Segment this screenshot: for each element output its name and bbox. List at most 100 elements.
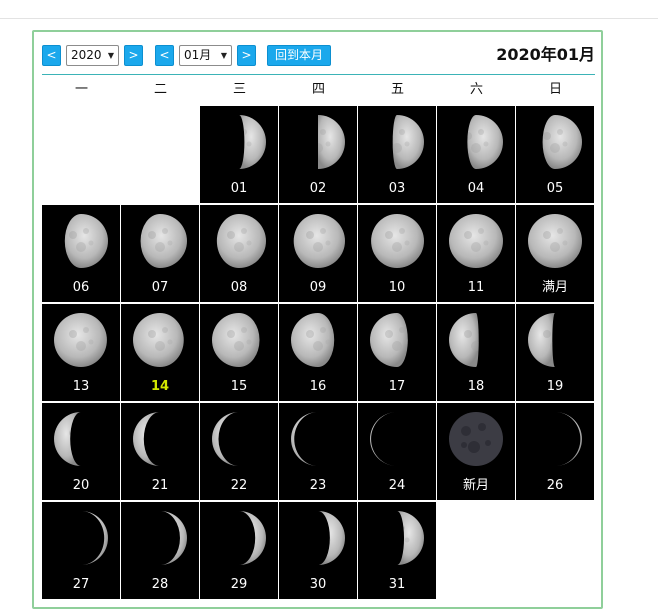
moon-crater — [467, 132, 472, 140]
moon-crater — [227, 429, 235, 437]
moon-crater — [155, 242, 165, 252]
moon-phase-icon — [397, 511, 424, 565]
moon-crater — [563, 340, 568, 345]
moon-crater — [471, 242, 481, 252]
day-cell[interactable]: 08 — [200, 205, 278, 302]
current-month-button[interactable]: 回到本月 — [267, 45, 331, 66]
day-cell[interactable]: 02 — [279, 106, 357, 203]
moon-crater — [392, 341, 402, 351]
day-cell[interactable]: 10 — [358, 205, 436, 302]
weekday-label: 六 — [469, 82, 483, 97]
day-cell[interactable]: 21 — [121, 403, 199, 500]
day-label: 19 — [546, 379, 564, 394]
day-cell[interactable]: 14 — [121, 304, 199, 401]
month-select[interactable]: 01月 ▼ — [179, 45, 232, 66]
moon-calendar: < 2020 ▼ > < 01月 ▼ > 回到本月 2020年01月 一 二 三 四 五… — [32, 30, 603, 609]
weekday-label: 三 — [232, 82, 246, 97]
day-cell[interactable]: 20 — [42, 403, 120, 500]
moon-phase-icon — [528, 313, 568, 367]
day-label: 02 — [309, 181, 327, 196]
moon-crater — [557, 426, 563, 432]
moon-phase-icon — [239, 511, 266, 565]
moon-crater — [76, 242, 86, 252]
moon-crater — [148, 231, 156, 239]
moon-phase-icon — [239, 115, 266, 169]
moon-crater — [325, 537, 331, 543]
day-cell[interactable]: 30 — [279, 502, 357, 599]
moon-crater — [241, 327, 247, 333]
year-select[interactable]: 2020 ▼ — [66, 45, 119, 66]
next-month-button[interactable]: > — [237, 45, 256, 66]
moon-crater — [320, 426, 326, 432]
moon-crater — [89, 439, 94, 444]
day-cell[interactable]: 06 — [42, 205, 120, 302]
day-cell[interactable]: 满月 — [516, 205, 594, 302]
day-cell[interactable]: 05 — [516, 106, 594, 203]
moon-crater — [562, 141, 568, 147]
day-label: 26 — [546, 478, 564, 493]
day-cell[interactable]: 16 — [279, 304, 357, 401]
day-cell[interactable]: 13 — [42, 304, 120, 401]
day-label: 30 — [309, 577, 327, 592]
day-cell[interactable]: 09 — [279, 205, 357, 302]
moon-crater — [404, 537, 410, 543]
moon-crater — [562, 438, 568, 444]
day-cell[interactable]: 15 — [200, 304, 278, 401]
moon-crater — [239, 539, 244, 549]
day-cell[interactable]: 29 — [200, 502, 278, 599]
moon-crater — [320, 228, 326, 234]
day-cell[interactable]: 31 — [358, 502, 436, 599]
next-year-button[interactable]: > — [124, 45, 143, 66]
day-cell[interactable]: 28 — [121, 502, 199, 599]
day-label: 08 — [230, 280, 248, 295]
day-cell[interactable]: 23 — [279, 403, 357, 500]
moon-crater — [234, 341, 244, 351]
moon-phase-icon — [133, 313, 184, 367]
moon-crater — [241, 426, 247, 432]
header-divider — [42, 74, 595, 75]
moon-crater — [405, 439, 410, 444]
moon-crater — [397, 539, 402, 549]
day-cell[interactable]: 27 — [42, 502, 120, 599]
day-cell[interactable]: 22 — [200, 403, 278, 500]
day-label: 23 — [309, 478, 327, 493]
moon-phase-icon — [555, 412, 582, 466]
day-cell[interactable]: 新月 — [437, 403, 515, 500]
day-cell[interactable]: 04 — [437, 106, 515, 203]
moon-crater — [313, 440, 318, 450]
day-label: 03 — [388, 181, 406, 196]
day-label: 06 — [72, 280, 90, 295]
day-label: 20 — [72, 478, 90, 493]
moon-phase-icon — [291, 412, 326, 466]
moon-crater — [83, 327, 89, 333]
moon-crater — [557, 327, 563, 333]
day-cell[interactable]: 18 — [437, 304, 515, 401]
moon-crater — [81, 539, 86, 549]
day-cell[interactable]: 01 — [200, 106, 278, 203]
day-cell[interactable]: 26 — [516, 403, 594, 500]
day-cell[interactable]: 24 — [358, 403, 436, 500]
moon-crater — [471, 341, 479, 351]
moon-crater — [306, 429, 314, 437]
day-cell[interactable]: 17 — [358, 304, 436, 401]
moon-crater — [550, 143, 560, 153]
day-cell[interactable]: 19 — [516, 304, 594, 401]
moon-phase-icon — [54, 313, 107, 367]
moon-crater — [246, 339, 252, 345]
day-label: 27 — [72, 577, 90, 592]
moon-phase-icon — [449, 412, 503, 466]
day-label: 01 — [230, 181, 248, 196]
day-cell[interactable]: 11 — [437, 205, 515, 302]
prev-year-button[interactable]: < — [42, 45, 61, 66]
moon-crater — [227, 330, 235, 338]
moon-crater — [404, 141, 410, 147]
moon-phase-icon — [81, 511, 108, 565]
weekday-label: 二 — [153, 82, 167, 97]
moon-crater — [464, 330, 472, 338]
day-cell[interactable]: 07 — [121, 205, 199, 302]
day-cell[interactable]: 03 — [358, 106, 436, 203]
prev-month-button[interactable]: < — [155, 45, 174, 66]
moon-crater — [306, 528, 314, 536]
moon-crater — [234, 242, 244, 252]
moon-crater — [483, 240, 489, 246]
